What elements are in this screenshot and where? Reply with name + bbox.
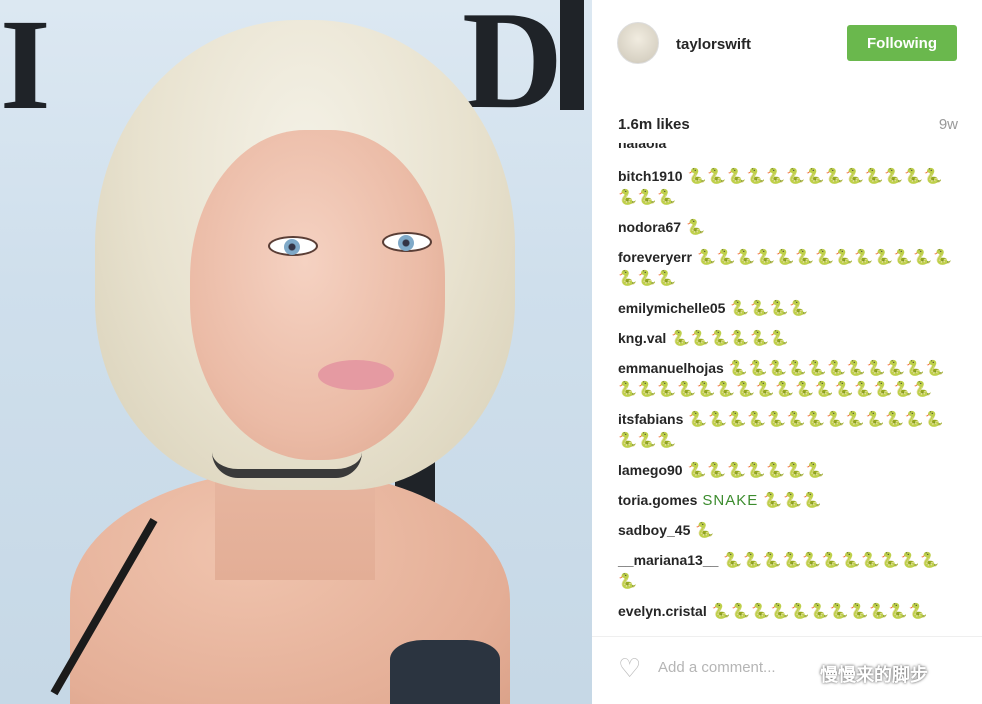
cut-comment: nalaola [618,143,667,151]
comment-username[interactable]: sadboy_45 [618,522,690,538]
add-comment-input[interactable]: Add a comment... [658,659,776,676]
comment-username[interactable]: evelyn.cristal [618,603,707,619]
following-button[interactable]: Following [847,25,957,61]
comment-row: itsfabians 🐍🐍🐍🐍🐍🐍🐍🐍🐍🐍🐍🐍🐍🐍🐍🐍 [618,409,958,451]
comment-row: foreveryerr 🐍🐍🐍🐍🐍🐍🐍🐍🐍🐍🐍🐍🐍🐍🐍🐍 [618,247,958,289]
comment-username[interactable]: foreveryerr [618,249,692,265]
watermark: 慢慢来的脚步 [820,665,928,685]
comment-username[interactable]: kng.val [618,330,666,346]
comment-text: 🐍🐍🐍🐍🐍🐍🐍 [687,462,826,479]
comment-text: 🐍🐍🐍🐍🐍🐍🐍🐍🐍🐍🐍 [711,603,929,620]
lips [318,360,394,390]
comment-text: 🐍🐍🐍🐍🐍🐍 [671,330,790,347]
comment-row: kng.val 🐍🐍🐍🐍🐍🐍 [618,328,958,349]
instagram-panel: taylorswift Following 1.6m likes 9w nala… [592,0,982,704]
eye-left [268,236,318,256]
comment-row: nodora67 🐍 [618,217,958,238]
comment-row: toria.gomes SNAKE 🐍🐍🐍 [618,490,958,511]
face [190,130,445,460]
post-photo: I D [0,0,592,704]
heart-icon[interactable]: ♡ [618,655,646,681]
comment-username[interactable]: emilymichelle05 [618,300,725,316]
comment-row: bitch1910 🐍🐍🐍🐍🐍🐍🐍🐍🐍🐍🐍🐍🐍🐍🐍🐍 [618,166,958,208]
eye-right [382,232,432,252]
backdrop-bar [560,0,584,110]
comment-bar: ♡ Add a comment... 慢慢来的脚步 [592,636,982,704]
comment-username[interactable]: emmanuelhojas [618,360,724,376]
comment-text: 🐍🐍🐍🐍 [730,300,810,317]
comment-text: 🐍 [695,522,716,539]
likes-count[interactable]: 1.6m likes [618,116,690,133]
comment-username[interactable]: nodora67 [618,219,681,235]
post-age: 9w [938,116,958,133]
comment-row: sadboy_45 🐍 [618,520,958,541]
comment-row: emilymichelle05 🐍🐍🐍🐍 [618,298,958,319]
comment-text: SNAKE 🐍🐍🐍 [702,492,823,509]
comment-list: bitch1910 🐍🐍🐍🐍🐍🐍🐍🐍🐍🐍🐍🐍🐍🐍🐍🐍 nodora67 🐍 foreve… [618,166,958,631]
post-header: taylorswift Following [592,0,982,96]
comment-username[interactable]: lamego90 [618,462,683,478]
comment-row: lamego90 🐍🐍🐍🐍🐍🐍🐍 [618,460,958,481]
comment-username[interactable]: __mariana13__ [618,552,718,568]
choker [212,452,362,478]
comment-username[interactable]: toria.gomes [618,492,697,508]
avatar[interactable] [617,22,659,64]
comment-text: 🐍 [686,219,706,236]
comment-row: emmanuelhojas 🐍🐍🐍🐍🐍🐍🐍🐍🐍🐍🐍🐍🐍🐍🐍🐍🐍🐍🐍🐍🐍🐍🐍🐍🐍🐍🐍 [618,358,958,400]
backdrop-letter: I [0,0,51,137]
comment-username[interactable]: itsfabians [618,411,683,427]
username[interactable]: taylorswift [676,36,751,53]
comment-username[interactable]: bitch1910 [618,168,683,184]
comment-row: __mariana13__ 🐍🐍🐍🐍🐍🐍🐍🐍🐍🐍🐍🐍 [618,550,958,592]
dress [390,640,500,704]
comment-row: evelyn.cristal 🐍🐍🐍🐍🐍🐍🐍🐍🐍🐍🐍 [618,601,958,622]
